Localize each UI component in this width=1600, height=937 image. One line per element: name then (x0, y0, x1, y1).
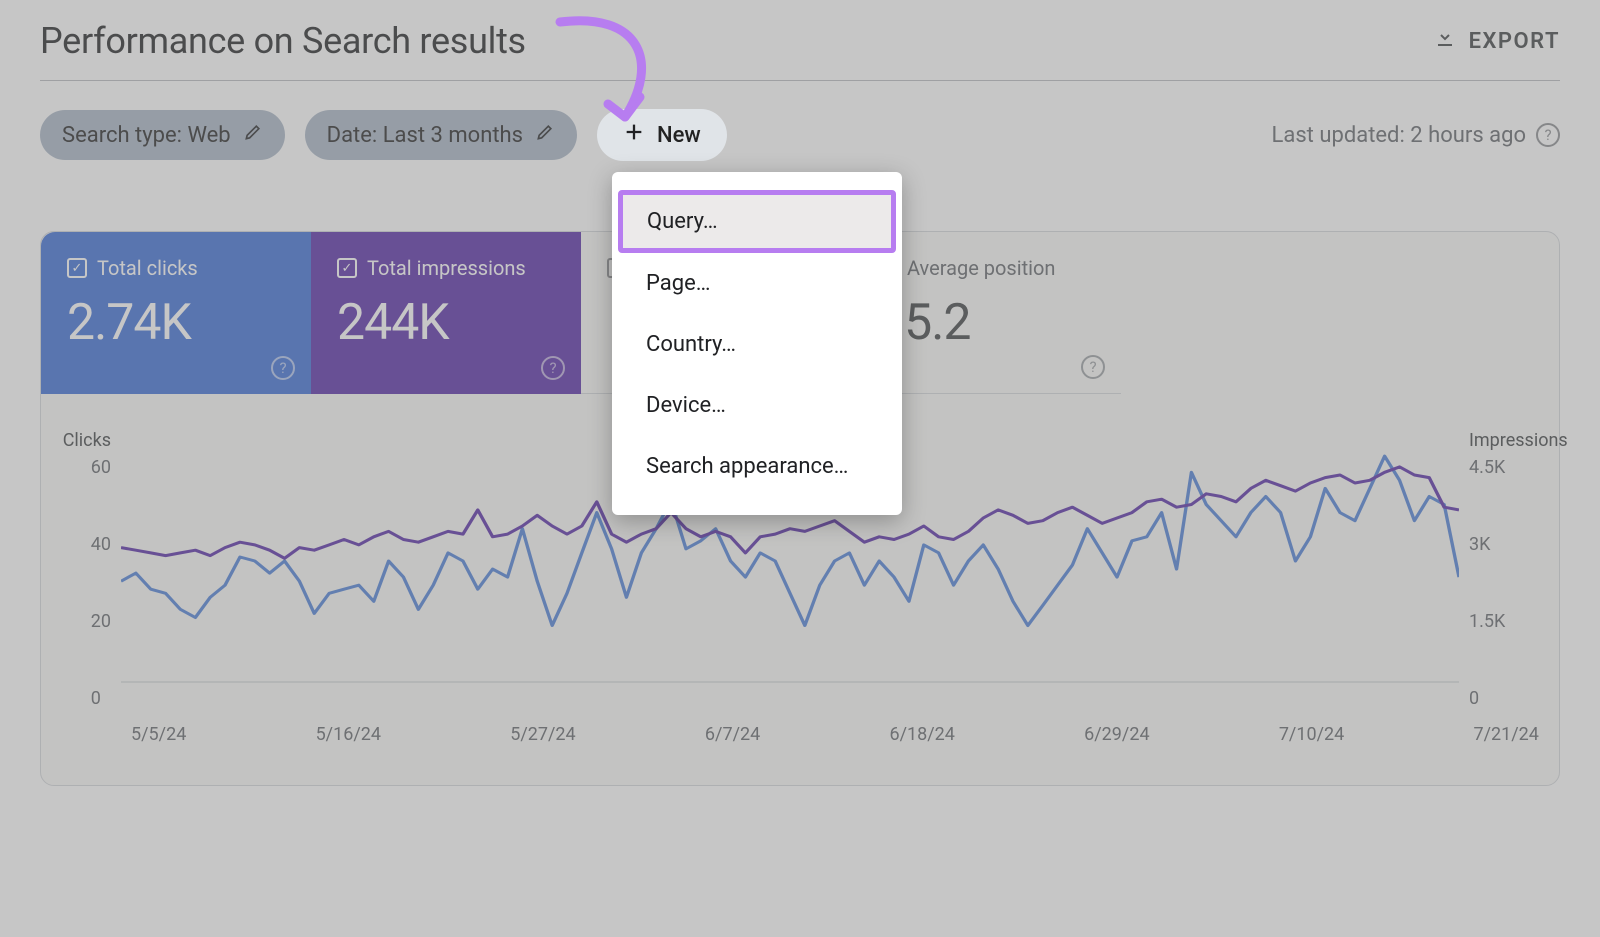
x-axis: 5/5/24 5/16/24 5/27/24 6/7/24 6/18/24 6/29/24… (41, 710, 1559, 745)
metric-label: Average position (907, 256, 1055, 280)
last-updated-text: Last updated: 2 hours ago (1272, 123, 1526, 148)
metric-value: 244K (337, 294, 559, 352)
help-icon[interactable]: ? (1536, 123, 1560, 147)
filter-chip-label: Search type: Web (62, 123, 231, 148)
y-tick: 20 (91, 611, 111, 632)
x-tick: 5/5/24 (131, 724, 186, 745)
dropdown-item-searchappearance[interactable]: Search appearance… (612, 436, 902, 497)
new-filter-dropdown: Query…Page…Country…Device…Search appeara… (612, 172, 902, 515)
y-tick: 40 (91, 534, 111, 555)
checkbox-icon: ✓ (337, 258, 357, 278)
x-tick: 6/18/24 (889, 724, 954, 745)
filter-chip-search-type[interactable]: Search type: Web (40, 110, 285, 160)
metric-label: Total clicks (97, 256, 198, 280)
header-divider (40, 80, 1560, 81)
help-icon[interactable]: ? (1081, 355, 1105, 379)
metric-total-impressions[interactable]: ✓ Total impressions 244K ? (311, 232, 581, 394)
filter-chip-new-label: New (657, 123, 701, 148)
download-icon (1433, 26, 1457, 56)
pencil-icon (243, 122, 263, 148)
export-label: EXPORT (1469, 29, 1560, 54)
dropdown-item-page[interactable]: Page… (612, 253, 902, 314)
metric-total-clicks[interactable]: ✓ Total clicks 2.74K ? (41, 232, 311, 394)
metric-value: 2.74K (67, 294, 289, 352)
x-tick: 5/16/24 (316, 724, 381, 745)
y-tick: 0 (91, 688, 111, 709)
y-axis-right-label: Impressions (1469, 430, 1568, 451)
pencil-icon (535, 122, 555, 148)
filter-chip-label: Date: Last 3 months (327, 123, 523, 148)
help-icon[interactable]: ? (271, 356, 295, 380)
x-tick: 7/21/24 (1473, 724, 1538, 745)
x-tick: 6/7/24 (705, 724, 760, 745)
plus-icon (623, 121, 645, 149)
help-icon[interactable]: ? (541, 356, 565, 380)
x-tick: 7/10/24 (1279, 724, 1344, 745)
y-axis-left-label: Clicks (63, 430, 111, 451)
dropdown-item-device[interactable]: Device… (612, 375, 902, 436)
last-updated: Last updated: 2 hours ago ? (1272, 123, 1560, 148)
metric-value: 35.2 (877, 294, 1099, 352)
dropdown-item-query[interactable]: Query… (618, 190, 896, 253)
x-tick: 6/29/24 (1084, 724, 1149, 745)
export-button[interactable]: EXPORT (1433, 26, 1560, 56)
metric-label: Total impressions (367, 256, 526, 280)
filter-chip-date[interactable]: Date: Last 3 months (305, 110, 577, 160)
y-tick: 4.5K (1469, 457, 1505, 478)
x-tick: 5/27/24 (510, 724, 575, 745)
y-tick: 60 (91, 457, 111, 478)
y-tick: 0 (1469, 688, 1505, 709)
checkbox-icon: ✓ (67, 258, 87, 278)
filter-chip-new[interactable]: New (597, 109, 727, 161)
y-tick: 1.5K (1469, 611, 1505, 632)
dropdown-item-country[interactable]: Country… (612, 314, 902, 375)
y-tick: 3K (1469, 534, 1505, 555)
page-title: Performance on Search results (40, 20, 526, 62)
